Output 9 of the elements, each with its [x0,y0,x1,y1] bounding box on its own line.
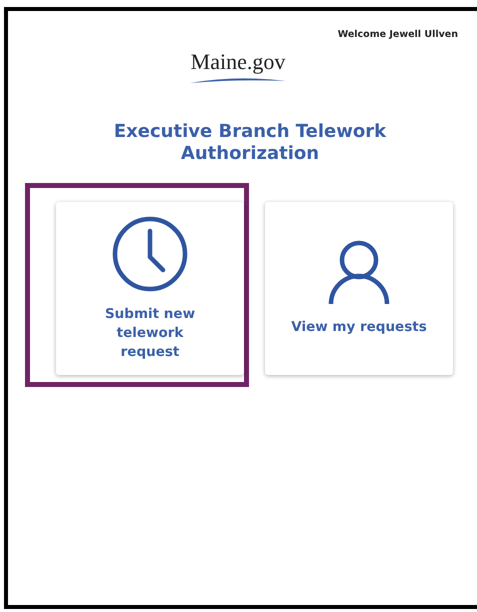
tile-label: View my requests [291,318,427,338]
page-title: Executive Branch Telework Authorization [112,121,388,166]
person-icon [327,240,391,306]
tile-button[interactable]: Submit new telework request [56,202,244,376]
maine-gov-logo[interactable]: Maine.gov [188,51,288,86]
tile-button[interactable]: View my requests [265,202,453,376]
clock-icon [111,215,189,294]
tile-label: Submit new telework request [104,305,196,362]
welcome-text: Welcome Jewell Ullven [338,29,458,40]
